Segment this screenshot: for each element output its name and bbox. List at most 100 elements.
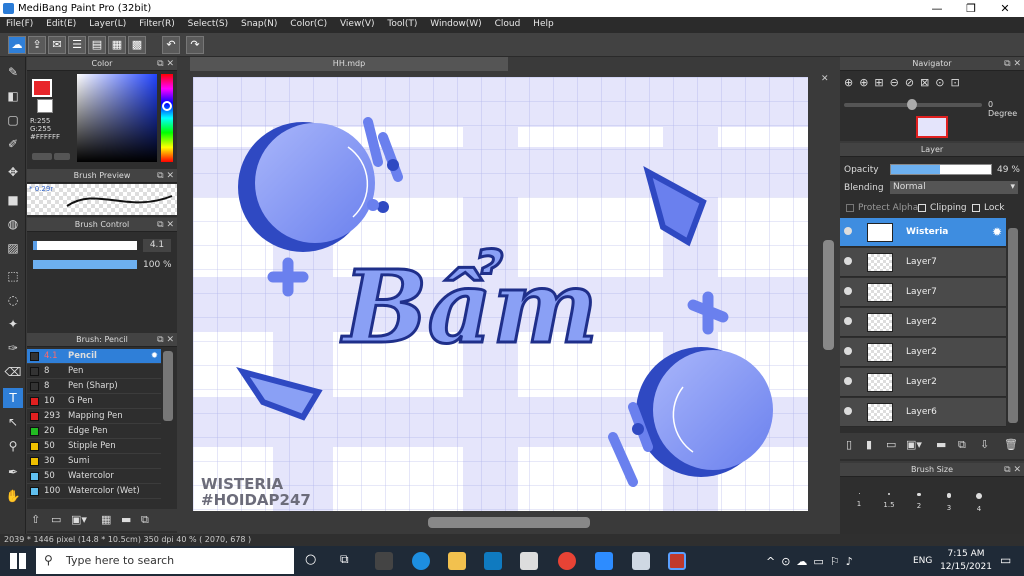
menu-select[interactable]: Select(S) [182,17,229,29]
panel-close-icon[interactable]: ⧉ ✕ [1004,57,1021,71]
brush-size-cell[interactable]: 4 [964,483,994,531]
rectangle-tool-icon[interactable]: ▢ [3,110,23,130]
brush-tool-icon[interactable]: ✎ [3,62,23,82]
brush-size-cell[interactable]: 2 [904,483,934,531]
panel-close-icon[interactable]: ⧉ ✕ [1004,463,1021,477]
layer-folder-icon[interactable]: ▬ [936,438,946,451]
brush-list-item[interactable]: 50 Watercolor [27,469,161,484]
drawing-canvas[interactable]: Bẩm WISTERIA #HOIDAP247 [193,77,808,511]
brush-list-item[interactable]: 10 G Pen [27,394,161,409]
language-indicator[interactable]: ENG [913,556,932,566]
brush-options-icon[interactable]: ▣▾ [71,513,87,526]
mail-icon[interactable] [520,552,538,570]
tiles-icon[interactable]: ▩ [128,36,146,54]
new-halftone-layer-icon[interactable]: ▮ [866,438,872,451]
bucket-tool-icon[interactable]: ◍ [3,214,23,234]
visibility-icon[interactable] [844,347,852,355]
windows-start-icon[interactable] [10,553,26,569]
layer-row[interactable]: Layer2 [840,338,1006,367]
menu-edit[interactable]: Edit(E) [40,17,76,29]
panel-close-icon[interactable]: ⧉ ✕ [157,218,174,232]
clipping-checkbox[interactable] [918,204,926,212]
menu-layer[interactable]: Layer(L) [83,17,126,29]
brush-settings-icon[interactable]: ▦ [101,513,111,526]
hue-slider[interactable] [161,74,173,162]
visibility-icon[interactable] [844,317,852,325]
undo-icon[interactable]: ↶ [162,36,180,54]
secondary-color-swatch[interactable] [37,99,53,113]
text-tool-icon[interactable]: T [3,388,23,408]
redo-icon[interactable]: ↷ [186,36,204,54]
brush-size-slider[interactable] [33,241,137,250]
select-pen-tool-icon[interactable]: ✑ [3,338,23,358]
gradient-tool-icon[interactable]: ▨ [3,238,23,258]
brush-list-scrollbar[interactable] [163,351,173,421]
brush-list-item[interactable]: 100 Watercolor (Wet) [27,484,161,499]
visibility-icon[interactable] [844,227,852,235]
panel-close-icon[interactable]: ⧉ ✕ [157,169,174,183]
new-brush-icon[interactable]: ▭ [51,513,61,526]
comment-icon[interactable]: ✉ [48,36,66,54]
protect-alpha-checkbox[interactable] [846,204,854,212]
ms-store-icon[interactable] [484,552,502,570]
canvas-horizontal-scrollbar[interactable] [428,517,590,528]
medibang-taskbar-icon[interactable] [668,552,686,570]
edge-icon[interactable] [412,552,430,570]
brush-list-item[interactable]: 293 Mapping Pen [27,409,161,424]
menu-view[interactable]: View(V) [334,17,375,29]
add-brush-icon[interactable]: ⇧ [31,513,40,526]
document-tab[interactable]: HH.mdp [190,57,508,71]
document-icon[interactable]: ▤ [88,36,106,54]
brush-list-item[interactable]: 8 Pen (Sharp) [27,379,161,394]
store-icon[interactable] [375,552,393,570]
visibility-icon[interactable] [844,257,852,265]
select-rect-tool-icon[interactable]: ⬚ [3,266,23,286]
brush-size-cell[interactable]: 3 [934,483,964,531]
system-tray-icons[interactable]: ^⊙☁▭⚐♪ [766,555,859,568]
layer-opacity-slider[interactable] [890,164,992,175]
eyedropper-tool-icon[interactable]: ⚲ [3,436,23,456]
layer-row[interactable]: Wisteria ✹ [840,218,1006,247]
clock-date[interactable]: 12/15/2021 [940,562,992,572]
menu-window[interactable]: Window(W) [424,17,481,29]
menu-file[interactable]: File(F) [0,17,33,29]
brush-list-item[interactable]: 50 Stipple Pen [27,439,161,454]
brush-list-item[interactable]: 30 Sumi [27,454,161,469]
menu-filter[interactable]: Filter(R) [133,17,175,29]
list-icon[interactable]: ☰ [68,36,86,54]
grid-icon[interactable]: ▦ [108,36,126,54]
brush-size-cell[interactable]: 1.5 [874,483,904,531]
color-saturation-picker[interactable] [77,74,157,162]
select-eraser-tool-icon[interactable]: ⌫ [3,362,23,382]
layer-row[interactable]: Layer6 [840,398,1006,427]
hue-slider-thumb[interactable] [162,101,172,111]
canvas-vertical-scrollbar[interactable] [823,240,834,350]
share-icon[interactable]: ⇪ [28,36,46,54]
task-view-icon[interactable]: ⧉ [340,552,349,567]
magic-wand-tool-icon[interactable]: ✦ [3,314,23,334]
gear-icon[interactable]: ✹ [992,225,1002,239]
lasso-tool-icon[interactable]: ◌ [3,290,23,310]
panel-close-icon[interactable]: ⧉ ✕ [157,57,174,71]
duplicate-layer-icon[interactable]: ⧉ [958,438,966,452]
minimize-button[interactable]: — [920,0,954,17]
layer-row[interactable]: Layer2 [840,308,1006,337]
taskbar-search-input[interactable]: ⚲ Type here to search [36,548,294,574]
color-swap-button[interactable] [54,153,70,160]
menu-help[interactable]: Help [527,17,554,29]
delete-layer-icon[interactable]: 🗑 [1004,438,1018,451]
layer-options-icon[interactable]: ▣▾ [906,438,922,451]
notification-icon[interactable]: ▭ [1000,553,1011,567]
brush-size-value[interactable]: 4.1 [143,239,171,252]
lock-checkbox[interactable] [972,204,980,212]
fill-rect-tool-icon[interactable]: ■ [3,190,23,210]
clock-time[interactable]: 7:15 AM [945,549,987,559]
cloud-icon[interactable]: ☁ [8,36,26,54]
layer-row[interactable]: Layer7 [840,278,1006,307]
document-close-icon[interactable]: ✕ [821,74,829,84]
gear-icon[interactable]: ✹ [151,349,158,364]
brush-copy-icon[interactable]: ⧉ [141,513,149,527]
layer-row[interactable]: Layer7 [840,248,1006,277]
brush-size-cell[interactable]: 1 [844,483,874,531]
layer-row[interactable]: Layer2 [840,368,1006,397]
